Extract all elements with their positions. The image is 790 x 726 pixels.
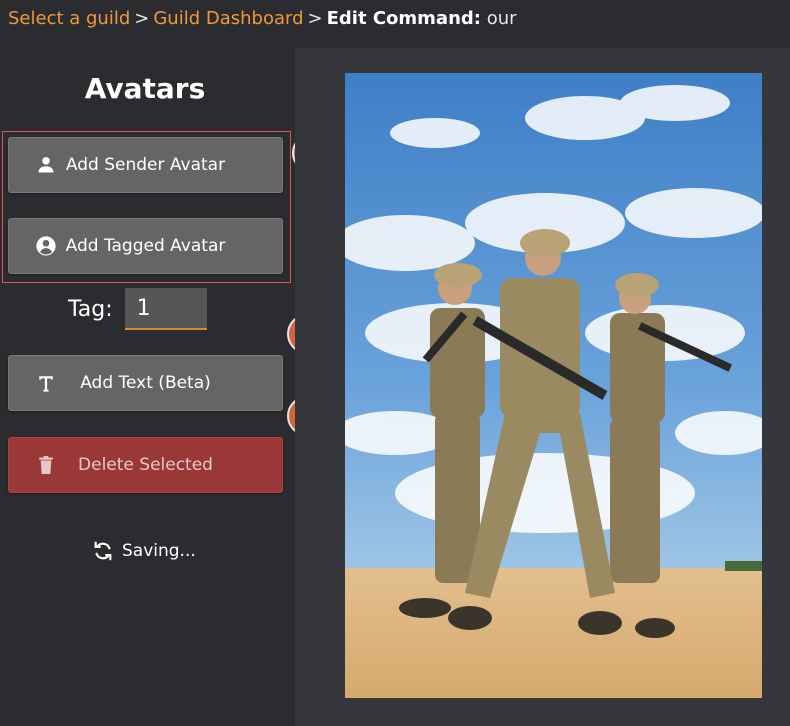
breadcrumb-current-name: our bbox=[486, 8, 517, 29]
breadcrumb-select-guild[interactable]: Select a guild bbox=[8, 8, 130, 29]
tag-row: Tag: bbox=[68, 288, 207, 330]
template-image[interactable] bbox=[345, 73, 762, 698]
add-tagged-avatar-button[interactable]: Add Tagged Avatar bbox=[8, 218, 283, 274]
sync-icon bbox=[92, 540, 114, 562]
sidebar: Avatars Add Sender Avatar Add Tagged Ava… bbox=[0, 48, 295, 726]
tag-input[interactable] bbox=[124, 288, 207, 330]
person-icon bbox=[35, 154, 57, 176]
add-text-button[interactable]: Add Text (Beta) bbox=[8, 355, 283, 411]
text-icon bbox=[35, 372, 57, 394]
breadcrumb-current-label: Edit Command: bbox=[326, 8, 481, 29]
trash-icon bbox=[35, 454, 57, 476]
saving-label: Saving... bbox=[122, 541, 196, 561]
breadcrumb: Select a guild > Guild Dashboard > Edit Comm… bbox=[0, 0, 790, 48]
breadcrumb-guild-dashboard[interactable]: Guild Dashboard bbox=[153, 8, 303, 29]
canvas-area bbox=[295, 48, 790, 726]
delete-selected-button[interactable]: Delete Selected bbox=[8, 437, 283, 493]
delete-selected-label: Delete Selected bbox=[78, 455, 213, 475]
add-sender-avatar-button[interactable]: Add Sender Avatar bbox=[8, 137, 283, 193]
add-sender-avatar-label: Add Sender Avatar bbox=[65, 155, 226, 175]
add-tagged-avatar-label: Add Tagged Avatar bbox=[65, 236, 226, 256]
breadcrumb-separator: > bbox=[134, 8, 150, 29]
saving-status: Saving... bbox=[92, 540, 196, 562]
tag-label: Tag: bbox=[68, 296, 113, 322]
account-circle-icon bbox=[35, 235, 57, 257]
sidebar-title: Avatars bbox=[84, 72, 206, 105]
add-text-label: Add Text (Beta) bbox=[80, 373, 211, 393]
breadcrumb-separator: > bbox=[307, 8, 323, 29]
